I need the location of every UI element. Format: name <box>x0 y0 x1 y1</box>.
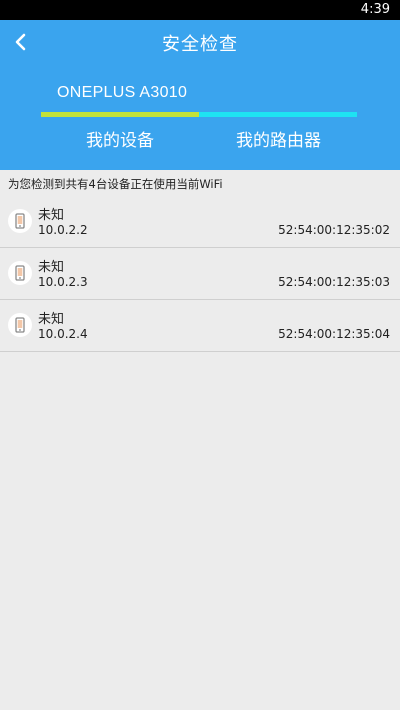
scan-progress-bar <box>41 112 357 117</box>
tab-my-devices[interactable]: 我的设备 <box>86 126 154 151</box>
phone-icon <box>8 261 32 285</box>
device-list-section: 为您检测到共有4台设备正在使用当前WiFi 未知 10.0.2.2 52:54:… <box>0 170 400 352</box>
phone-icon <box>8 209 32 233</box>
page-title: 安全检查 <box>162 34 238 55</box>
header: 安全检查 ONEPLUS A3010 我的设备 我的路由器 <box>0 20 400 170</box>
detection-notice: 为您检测到共有4台设备正在使用当前WiFi <box>8 177 223 191</box>
device-ip: 10.0.2.3 <box>38 275 88 289</box>
device-name-label: 未知 <box>38 208 65 223</box>
device-name-label: 未知 <box>38 260 65 275</box>
phone-icon <box>8 313 32 337</box>
device-ip: 10.0.2.2 <box>38 223 88 237</box>
device-name: ONEPLUS A3010 <box>57 84 188 101</box>
status-time: 4:39 <box>360 2 390 17</box>
scan-progress-fill <box>41 112 199 117</box>
device-mac: 52:54:00:12:35:02 <box>278 223 390 237</box>
device-list-item[interactable]: 未知 10.0.2.4 52:54:00:12:35:04 <box>0 300 400 352</box>
device-mac: 52:54:00:12:35:04 <box>278 327 390 341</box>
status-bar: 4:39 <box>0 0 400 20</box>
device-list-item[interactable]: 未知 10.0.2.2 52:54:00:12:35:02 <box>0 196 400 248</box>
device-list-item[interactable]: 未知 10.0.2.3 52:54:00:12:35:03 <box>0 248 400 300</box>
tab-my-router[interactable]: 我的路由器 <box>236 126 321 151</box>
device-mac: 52:54:00:12:35:03 <box>278 275 390 289</box>
device-name-label: 未知 <box>38 312 65 327</box>
device-ip: 10.0.2.4 <box>38 327 88 341</box>
